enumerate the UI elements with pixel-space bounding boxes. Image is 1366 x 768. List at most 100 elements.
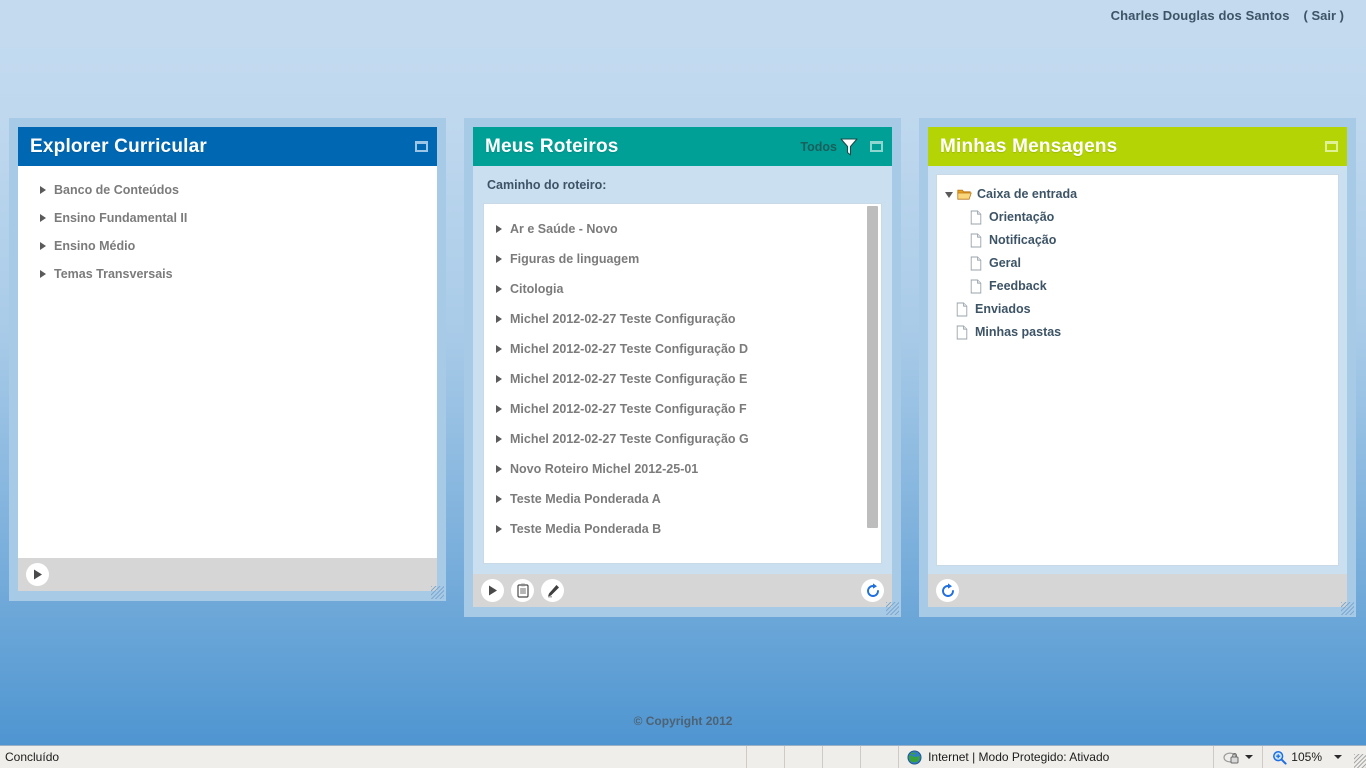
tree-item-minhas-pastas[interactable]: Minhas pastas: [937, 321, 1338, 344]
list-item[interactable]: Figuras de linguagem: [484, 244, 881, 274]
document-icon: [956, 302, 968, 317]
document-icon: [970, 210, 982, 225]
tree-item-label: Notificação: [989, 233, 1057, 247]
funnel-icon[interactable]: [840, 137, 858, 156]
tree-item-enviados[interactable]: Enviados: [937, 298, 1338, 321]
triangle-right-icon: [496, 345, 502, 353]
triangle-right-icon: [40, 186, 46, 194]
tree-item-label: Banco de Conteúdos: [54, 183, 180, 197]
list-item-label: Novo Roteiro Michel 2012-25-01: [510, 462, 699, 476]
panel-minhas-mensagens: Minhas Mensagens Caixa de entrada Orient…: [919, 118, 1356, 617]
privacy-lock-icon: [1223, 751, 1239, 763]
refresh-icon: [941, 582, 954, 597]
tree-item-label: Orientação: [989, 210, 1055, 224]
tree-item-label: Caixa de entrada: [977, 187, 1078, 201]
chevron-down-icon: [1245, 755, 1254, 759]
list-item-label: Citologia: [510, 282, 564, 296]
tree-item-label: Geral: [989, 256, 1021, 270]
panel-mensagens-title: Minhas Mensagens: [940, 135, 1118, 157]
list-item[interactable]: Michel 2012-02-27 Teste Configuração E: [484, 364, 881, 394]
portal-column-3: Minhas Mensagens Caixa de entrada Orient…: [910, 118, 1365, 617]
panel-resize-grip[interactable]: [1341, 602, 1354, 615]
tree-item-caixa-de-entrada[interactable]: Caixa de entrada: [937, 183, 1338, 206]
list-item-label: Michel 2012-02-27 Teste Configuração E: [510, 372, 748, 386]
panel-resize-grip[interactable]: [431, 586, 444, 599]
panel-meus-roteiros: Meus Roteiros Todos Caminho do roteiro: …: [464, 118, 901, 617]
edit-button[interactable]: [541, 579, 564, 602]
restore-icon[interactable]: [415, 141, 428, 152]
list-item-label: Teste Media Ponderada B: [510, 522, 662, 536]
tree-item-feedback[interactable]: Feedback: [937, 275, 1338, 298]
caret-down-icon: [945, 191, 953, 198]
pencil-icon: [547, 584, 559, 597]
browser-status-bar: Concluído Internet | Modo Protegido: Ati…: [0, 745, 1366, 768]
list-item-label: Ar e Saúde - Novo: [510, 222, 618, 236]
play-button[interactable]: [26, 563, 49, 586]
list-item[interactable]: Teste Media Ponderada B: [484, 514, 881, 544]
tree-item-orientacao[interactable]: Orientação: [937, 206, 1338, 229]
list-item[interactable]: Ar e Saúde - Novo: [484, 214, 881, 244]
tree-item-label: Temas Transversais: [54, 267, 173, 281]
panel-explorer-curricular: Explorer Curricular Banco de Conteúdos E…: [9, 118, 446, 601]
list-scrollbar[interactable]: [864, 204, 881, 563]
triangle-right-icon: [496, 315, 502, 323]
tree-item-ensino-medio[interactable]: Ensino Médio: [18, 232, 437, 260]
restore-icon[interactable]: [870, 141, 883, 152]
list-item[interactable]: Michel 2012-02-27 Teste Configuração: [484, 304, 881, 334]
refresh-button[interactable]: [936, 579, 959, 602]
tree-item-label: Feedback: [989, 279, 1047, 293]
copyright-text: © Copyright 2012: [633, 714, 733, 728]
panel-mensagens-header: Minhas Mensagens: [928, 127, 1347, 166]
list-item-label: Michel 2012-02-27 Teste Configuração D: [510, 342, 749, 356]
scrollbar-thumb[interactable]: [867, 206, 878, 528]
security-zone[interactable]: Internet | Modo Protegido: Ativado: [899, 750, 1213, 765]
triangle-right-icon: [496, 405, 502, 413]
tree-item-ensino-fundamental-ii[interactable]: Ensino Fundamental II: [18, 204, 437, 232]
panel-resize-grip[interactable]: [886, 602, 899, 615]
restore-icon[interactable]: [1325, 141, 1338, 152]
tree-item-banco-de-conteudos[interactable]: Banco de Conteúdos: [18, 176, 437, 204]
tree-item-temas-transversais[interactable]: Temas Transversais: [18, 260, 437, 288]
triangle-right-icon: [496, 255, 502, 263]
tree-item-label: Ensino Médio: [54, 239, 136, 253]
triangle-right-icon: [40, 242, 46, 250]
list-item[interactable]: Michel 2012-02-27 Teste Configuração F: [484, 394, 881, 424]
list-item[interactable]: Citologia: [484, 274, 881, 304]
triangle-right-icon: [496, 375, 502, 383]
zoom-magnifier-icon: [1273, 750, 1287, 765]
panel-roteiros-footer: [473, 574, 892, 607]
list-item[interactable]: Novo Roteiro Michel 2012-25-01: [484, 454, 881, 484]
play-button[interactable]: [481, 579, 504, 602]
list-item[interactable]: Teste Media Ponderada A: [484, 484, 881, 514]
tree-item-label: Ensino Fundamental II: [54, 211, 188, 225]
status-right-group: 105%: [1213, 745, 1366, 768]
triangle-right-icon: [496, 465, 502, 473]
filter-label: Todos: [800, 139, 837, 154]
zoom-level: 105%: [1291, 750, 1322, 764]
triangle-right-icon: [496, 495, 502, 503]
list-item[interactable]: Michel 2012-02-27 Teste Configuração D: [484, 334, 881, 364]
panel-explorer-title: Explorer Curricular: [30, 135, 207, 157]
status-cell: [747, 746, 784, 768]
panel-mensagens-footer: [928, 574, 1347, 607]
panel-explorer-body: Banco de Conteúdos Ensino Fundamental II…: [18, 166, 437, 558]
list-item[interactable]: Michel 2012-02-27 Teste Configuração G: [484, 424, 881, 454]
tree-item-geral[interactable]: Geral: [937, 252, 1338, 275]
triangle-right-icon: [496, 525, 502, 533]
window-resize-grip[interactable]: [1352, 745, 1366, 768]
panel-roteiros-title: Meus Roteiros: [485, 135, 619, 157]
refresh-button[interactable]: [861, 579, 884, 602]
zoom-control[interactable]: 105%: [1263, 750, 1352, 765]
message-tree: Caixa de entrada Orientação Notificação …: [936, 174, 1339, 566]
triangle-right-icon: [40, 270, 46, 278]
status-cell: [823, 746, 860, 768]
tree-item-notificacao[interactable]: Notificação: [937, 229, 1338, 252]
list-item-label: Michel 2012-02-27 Teste Configuração F: [510, 402, 747, 416]
privacy-report-button[interactable]: [1214, 750, 1262, 765]
logout-link[interactable]: ( Sair ): [1304, 8, 1344, 23]
panel-explorer-footer: [18, 558, 437, 591]
refresh-icon: [866, 582, 879, 597]
triangle-right-icon: [496, 285, 502, 293]
clipboard-button[interactable]: [511, 579, 534, 602]
document-icon: [970, 233, 982, 248]
